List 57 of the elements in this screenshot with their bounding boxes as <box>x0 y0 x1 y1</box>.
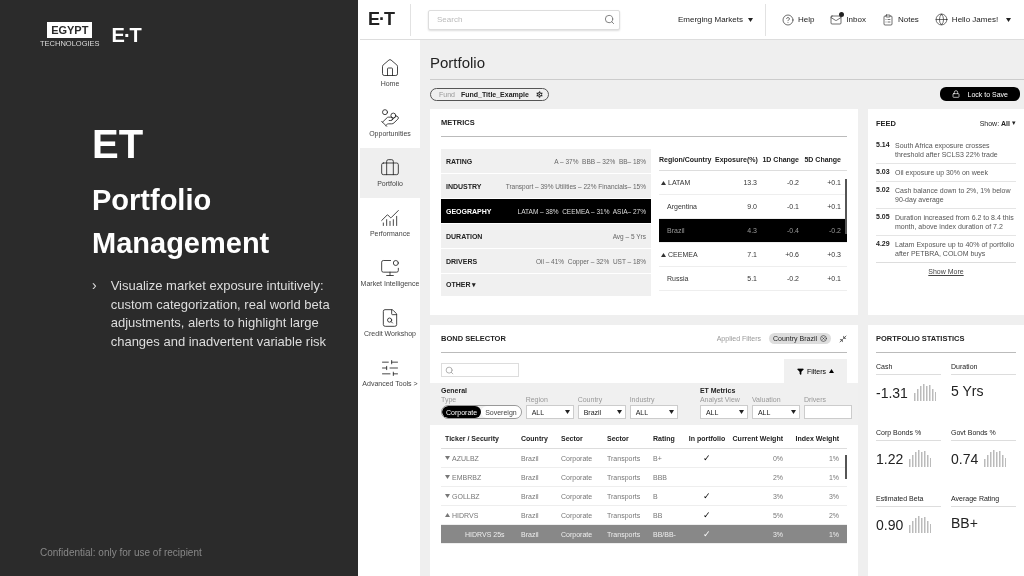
logo-text: EGYPT <box>47 22 93 38</box>
search-field[interactable]: Search <box>428 9 620 30</box>
lock-icon <box>951 90 960 98</box>
nav-link[interactable]: Notes <box>881 13 919 26</box>
user-menu[interactable]: Hello James! <box>934 13 1012 26</box>
check-mark: ✓ <box>702 529 712 539</box>
bullet-marker: › <box>92 277 97 295</box>
nav-link[interactable]: Help <box>781 13 815 26</box>
hand-coins-icon <box>380 108 400 128</box>
caret-icon[interactable] <box>616 410 622 414</box>
bullet-text: Visualize market exposure intuitively: custom categorization, real world beta adjustments, alerts to highlight large changes and inadvertent variable risk <box>110 277 331 351</box>
stat-value: 1.22 <box>876 451 904 467</box>
collapse-icon[interactable] <box>839 334 847 343</box>
input-field[interactable] <box>803 405 852 419</box>
nav-link[interactable]: Inbox <box>830 13 866 26</box>
page-title: Portfolio <box>430 40 1024 80</box>
slide-title: ET <box>92 122 145 167</box>
check-mark: ✓ <box>702 510 712 520</box>
caret-icon[interactable] <box>661 252 666 257</box>
scrollbar[interactable] <box>845 455 847 479</box>
app-logo[interactable]: E·T <box>360 9 410 30</box>
chart-icon <box>380 208 400 228</box>
mail-icon <box>830 13 843 26</box>
caret-icon[interactable] <box>661 180 666 185</box>
stat-value: -1.31 <box>876 385 908 401</box>
check-mark: ✓ <box>702 453 712 463</box>
search-icon[interactable] <box>604 13 615 25</box>
caret-icon[interactable] <box>738 410 744 414</box>
caret-icon[interactable] <box>790 410 796 414</box>
sliders-icon <box>380 358 400 378</box>
caret-icon[interactable] <box>564 410 570 414</box>
check-mark: ✓ <box>702 491 712 501</box>
caret-icon[interactable] <box>668 410 674 414</box>
notes-icon <box>881 13 894 26</box>
stat-value: 5 Yrs <box>951 383 984 399</box>
filter-icon <box>796 367 804 375</box>
logo-mark: E·T <box>111 23 141 47</box>
market-dropdown[interactable]: Emerging Markets <box>678 15 753 24</box>
footer-note: Confidential: only for use of recipient <box>40 547 203 558</box>
stat-value: BB+ <box>951 515 978 531</box>
avatar-icon <box>934 13 948 26</box>
caret-icon[interactable] <box>1006 17 1012 22</box>
caret-icon[interactable] <box>747 17 753 22</box>
stat-value: 0.74 <box>951 451 979 467</box>
search-field[interactable] <box>441 363 519 377</box>
remove-icon[interactable] <box>820 335 827 342</box>
scrollbar[interactable] <box>845 179 847 234</box>
help-icon <box>781 13 794 26</box>
settings-icon[interactable] <box>534 89 544 99</box>
slide-subtitle: Portfolio Management <box>92 183 271 261</box>
caret-icon[interactable] <box>829 369 835 373</box>
stat-value: 0.90 <box>876 517 904 533</box>
briefcase-icon <box>380 158 400 178</box>
home-icon <box>380 58 400 78</box>
search-icon <box>445 365 454 375</box>
document-search-icon <box>380 308 400 328</box>
monitor-chart-icon <box>380 258 400 278</box>
